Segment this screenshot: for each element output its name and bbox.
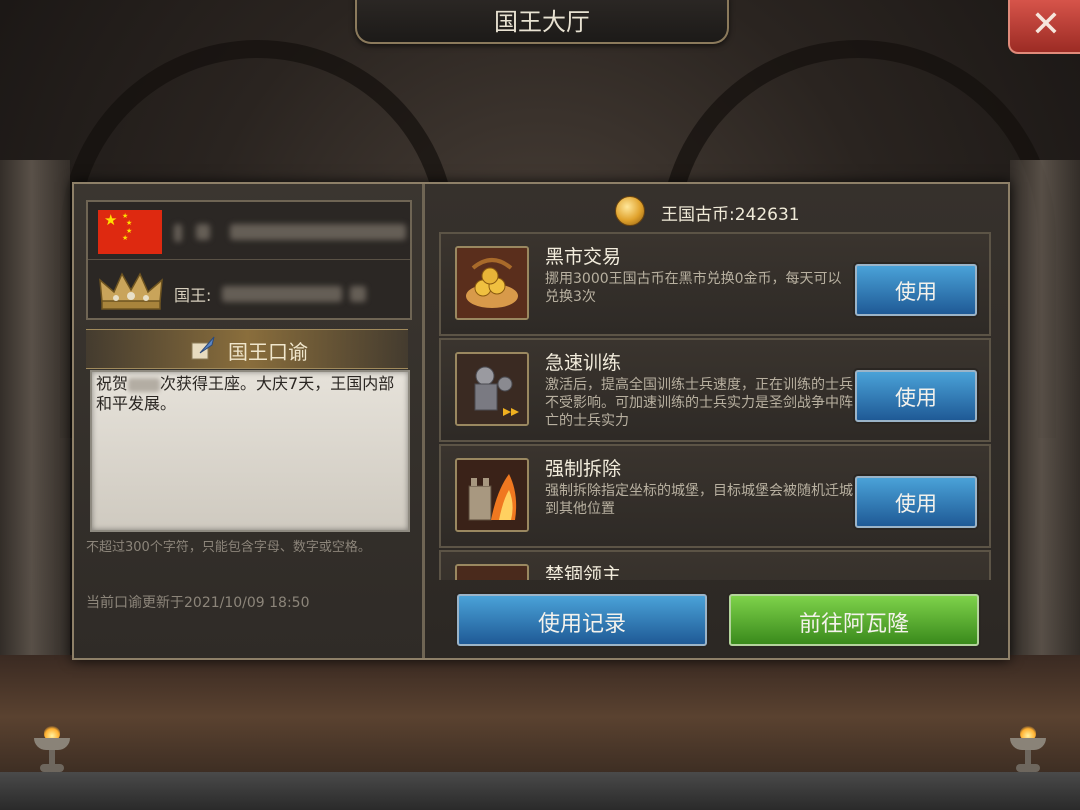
pillar-left — [0, 160, 70, 720]
brazier-right-icon — [1010, 726, 1046, 774]
kingdom-name-blurred — [174, 224, 182, 242]
kingdom-name-blurred-2 — [196, 224, 210, 240]
king-label: 国王: — [174, 286, 212, 305]
king-name-blurred-2 — [350, 286, 366, 302]
use-button-label: 使用 — [895, 386, 937, 410]
item-name: 黑市交易 — [545, 246, 622, 268]
item-name: 禁锢领主 — [545, 564, 622, 580]
usage-history-button[interactable]: 使用记录 — [457, 594, 707, 646]
item-description: 强制拆除指定坐标的城堡，目标城堡会被随机迁城到其他位置 — [545, 483, 853, 517]
list-item: 强制拆除 强制拆除指定坐标的城堡，目标城堡会被随机迁城到其他位置 使用 — [439, 444, 991, 548]
use-button-label: 使用 — [895, 280, 937, 304]
item-name: 强制拆除 — [545, 458, 622, 480]
title-banner: 国王大厅 — [355, 0, 729, 44]
crown-icon — [99, 272, 163, 310]
close-x-icon: ✕ — [1030, 4, 1062, 45]
close-button[interactable]: ✕ — [1008, 0, 1080, 54]
china-flag-icon: ★ ★ ★ ★ ★ — [98, 210, 162, 254]
goto-avalon-label: 前往阿瓦隆 — [798, 612, 909, 637]
brazier-left-icon — [34, 726, 70, 774]
quill-scroll-icon — [191, 336, 215, 360]
demolish-castle-icon — [455, 458, 529, 532]
decree-hint: 不超过300个字符，只能包含字母、数字或空格。 — [86, 540, 371, 555]
decree-header: 国王口谕 — [86, 329, 408, 369]
right-column: 王国古币:242631 黑市交易 挪用3000王国古币在黑市兑换0金币，每天可以… — [425, 184, 1008, 658]
gold-coin-icon — [615, 196, 645, 226]
king-hall-panel: ★ ★ ★ ★ ★ 国王: 国王口谕 祝贺 次获得王座。大庆7天，王国内部和平发… — [72, 182, 1010, 660]
pillar-right — [1010, 160, 1080, 720]
ability-list[interactable]: 黑市交易 挪用3000王国古币在黑市兑换0金币，每天可以兑换3次 使用 急速训练… — [439, 232, 995, 580]
decree-title: 国王口谕 — [228, 340, 308, 364]
window-title: 国王大厅 — [494, 8, 590, 36]
kingdom-info-box: ★ ★ ★ ★ ★ 国王: — [86, 200, 412, 320]
decree-blurred-word — [128, 377, 161, 392]
speed-training-icon — [455, 352, 529, 426]
floor-base — [0, 772, 1080, 810]
list-item: 禁锢领主 — [439, 550, 991, 580]
goto-avalon-button[interactable]: 前往阿瓦隆 — [729, 594, 979, 646]
usage-history-label: 使用记录 — [537, 612, 626, 637]
currency-label: 王国古币:242631 — [661, 205, 800, 225]
use-button-label: 使用 — [895, 492, 937, 516]
decree-text: 祝贺 次获得王座。大庆7天，王国内部和平发展。 — [96, 374, 395, 413]
item-description: 激活后，提高全国训练士兵速度，正在训练的士兵不受影响。可加速训练的士兵实力是圣剑… — [545, 377, 853, 429]
black-market-icon — [455, 246, 529, 320]
item-name: 急速训练 — [545, 352, 622, 374]
list-item: 急速训练 激活后，提高全国训练士兵速度，正在训练的士兵不受影响。可加速训练的士兵… — [439, 338, 991, 442]
use-button-black-market[interactable]: 使用 — [855, 264, 977, 316]
item-description: 挪用3000王国古币在黑市兑换0金币，每天可以兑换3次 — [545, 271, 842, 305]
list-item: 黑市交易 挪用3000王国古币在黑市兑换0金币，每天可以兑换3次 使用 — [439, 232, 991, 336]
use-button-speed-training[interactable]: 使用 — [855, 370, 977, 422]
use-button-demolish[interactable]: 使用 — [855, 476, 977, 528]
kingdom-name-blurred-3 — [230, 224, 406, 240]
info-divider — [88, 259, 410, 260]
decree-textarea[interactable]: 祝贺 次获得王座。大庆7天，王国内部和平发展。 — [90, 370, 410, 532]
imprison-lord-icon — [455, 564, 529, 580]
decree-updated-time: 当前口谕更新于2021/10/09 18:50 — [86, 595, 310, 611]
left-column: ★ ★ ★ ★ ★ 国王: 国王口谕 祝贺 次获得王座。大庆7天，王国内部和平发… — [74, 184, 425, 658]
king-name-blurred — [222, 286, 342, 302]
